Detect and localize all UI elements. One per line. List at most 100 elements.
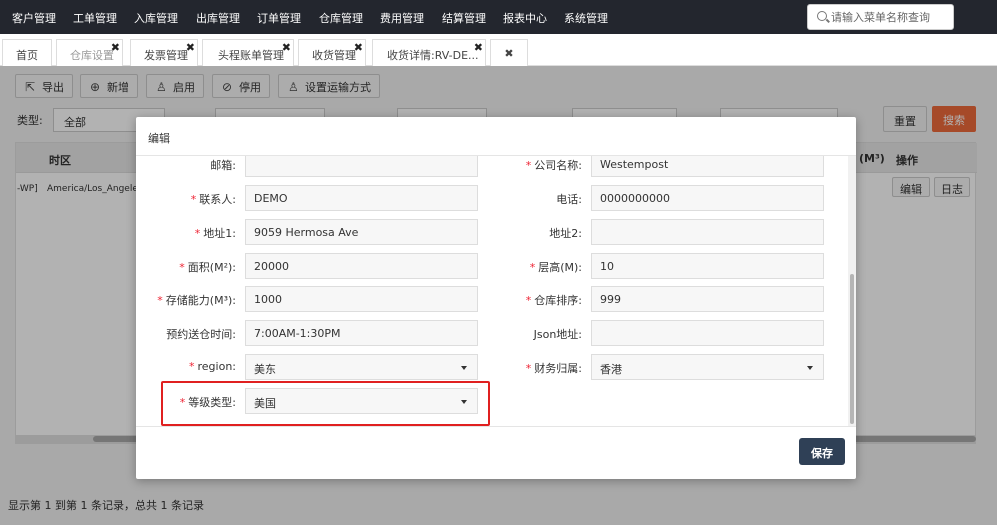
close-icon[interactable]: ✖ [186, 41, 195, 54]
search-icon [817, 11, 827, 21]
field-label-text: 财务归属: [534, 362, 582, 375]
contact-field[interactable]: DEMO [245, 185, 478, 211]
field-value: 20000 [254, 260, 289, 273]
caret-down-icon [461, 366, 467, 370]
close-all-tabs-button[interactable]: ✖ [490, 39, 528, 66]
required-mark: * [194, 227, 201, 240]
company-name-label: * 公司名称: [482, 157, 582, 173]
field-label-text: 公司名称: [534, 159, 582, 172]
tab-label: 收货管理 [312, 49, 356, 62]
tab-receiving[interactable]: 收货管理 ✖ [298, 39, 366, 66]
menu-search-input[interactable] [831, 9, 949, 25]
field-value: 7:00AM-1:30PM [254, 327, 341, 340]
appointment-time-label: 预约送仓时间: [136, 326, 236, 342]
tab-invoice[interactable]: 发票管理 ✖ [130, 39, 198, 66]
field-value: 美东 [254, 363, 276, 376]
top-nav: 客户管理 工单管理 入库管理 出库管理 订单管理 仓库管理 费用管理 结算管理 … [0, 0, 997, 34]
nav-item-fee[interactable]: 费用管理 [380, 10, 424, 26]
close-icon[interactable]: ✖ [111, 41, 120, 54]
address2-label: 地址2: [482, 225, 582, 241]
phone-field[interactable]: 0000000000 [591, 185, 824, 211]
nav-item-workorder[interactable]: 工单管理 [73, 10, 117, 26]
email-label: 邮箱: [136, 157, 236, 173]
field-label-text: region: [197, 360, 237, 373]
tab-receiving-detail[interactable]: 收货详情:RV-DE... ✖ [372, 39, 486, 66]
required-mark: * [525, 362, 532, 375]
field-label-text: 层高(M): [538, 261, 582, 274]
field-label-text: 地址2: [549, 227, 582, 240]
address1-label: * 地址1: [136, 225, 236, 241]
floor-height-label: * 层高(M): [482, 259, 582, 275]
required-mark: * [189, 360, 195, 373]
required-mark: * [157, 294, 163, 307]
tab-label: 仓库设置 [70, 49, 114, 62]
field-value: 999 [600, 293, 621, 306]
field-value: DEMO [254, 192, 288, 205]
nav-item-customer[interactable]: 客户管理 [12, 10, 56, 26]
company-name-field[interactable]: Westempost [591, 156, 824, 177]
floor-height-field[interactable]: 10 [591, 253, 824, 279]
caret-down-icon [807, 366, 813, 370]
nav-item-inbound[interactable]: 入库管理 [134, 10, 178, 26]
region-select[interactable]: 美东 [245, 354, 478, 380]
close-icon[interactable]: ✖ [474, 41, 483, 54]
tab-warehouse-settings[interactable]: 仓库设置 ✖ [56, 39, 123, 66]
appointment-time-field[interactable]: 7:00AM-1:30PM [245, 320, 478, 346]
field-label-text: 电话: [556, 193, 582, 206]
nav-item-system[interactable]: 系统管理 [564, 10, 608, 26]
close-icon[interactable]: ✖ [354, 41, 363, 54]
nav-item-order[interactable]: 订单管理 [257, 10, 301, 26]
warehouse-sort-field[interactable]: 999 [591, 286, 824, 312]
field-label-text: 联系人: [199, 193, 236, 206]
field-value: 9059 Hermosa Ave [254, 226, 359, 239]
divider [136, 426, 856, 427]
area-field[interactable]: 20000 [245, 253, 478, 279]
nav-item-report[interactable]: 报表中心 [503, 10, 547, 26]
finance-owner-select[interactable]: 香港 [591, 354, 824, 380]
nav-item-warehouse[interactable]: 仓库管理 [319, 10, 363, 26]
modal-vertical-scrollbar[interactable] [848, 156, 856, 426]
area-label: * 面积(M²): [136, 259, 236, 275]
scrollbar-thumb[interactable] [850, 274, 854, 424]
highlight-annotation [161, 381, 490, 426]
required-mark: * [529, 261, 536, 274]
save-label: 保存 [811, 447, 833, 460]
address1-field[interactable]: 9059 Hermosa Ave [245, 219, 478, 245]
field-value: 0000000000 [600, 192, 670, 205]
tab-label: 头程账单管理 [218, 49, 284, 62]
required-mark: * [525, 294, 532, 307]
json-address-field[interactable] [591, 320, 824, 346]
storage-capacity-field[interactable]: 1000 [245, 286, 478, 312]
finance-owner-label: * 财务归属: [482, 360, 582, 376]
field-value: 香港 [600, 363, 622, 376]
nav-item-outbound[interactable]: 出库管理 [196, 10, 240, 26]
address2-field[interactable] [591, 219, 824, 245]
save-button[interactable]: 保存 [799, 438, 845, 465]
region-label: * region: [136, 360, 236, 373]
json-address-label: Json地址: [482, 326, 582, 342]
required-mark: * [179, 261, 185, 274]
required-mark: * [525, 159, 532, 172]
tab-bar: 首页 仓库设置 ✖ 发票管理 ✖ 头程账单管理 ✖ 收货管理 ✖ 收货详情:RV-DE.… [0, 34, 997, 66]
nav-item-settlement[interactable]: 结算管理 [442, 10, 486, 26]
warehouse-sort-label: * 仓库排序: [482, 292, 582, 308]
tab-firstleg-bill[interactable]: 头程账单管理 ✖ [202, 39, 294, 66]
required-mark: * [190, 193, 197, 206]
field-label-text: 仓库排序: [534, 294, 582, 307]
field-label-text: 邮箱: [210, 159, 236, 172]
field-label-text: 预约送仓时间: [166, 328, 236, 341]
email-field[interactable] [245, 156, 478, 177]
menu-search[interactable] [807, 4, 954, 30]
field-label-text: 地址1: [203, 227, 236, 240]
close-icon[interactable]: ✖ [282, 41, 291, 54]
tab-home[interactable]: 首页 [2, 39, 52, 66]
field-label-text: 存储能力(M³): [165, 294, 236, 307]
tab-label: 收货详情:RV-DE... [387, 49, 479, 62]
field-label-text: 面积(M²): [187, 261, 236, 274]
tab-label: 发票管理 [144, 49, 188, 62]
field-value: 1000 [254, 293, 282, 306]
tab-label: 首页 [16, 49, 38, 62]
contact-label: * 联系人: [136, 191, 236, 207]
field-value: Westempost [600, 158, 669, 171]
storage-capacity-label: * 存储能力(M³): [136, 292, 236, 308]
